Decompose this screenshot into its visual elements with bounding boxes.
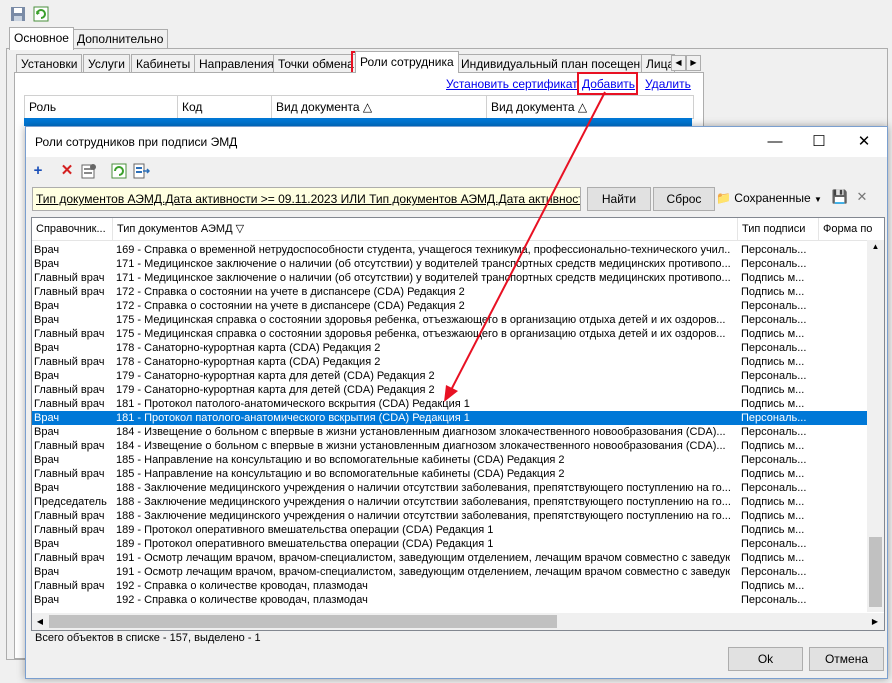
annotation-arrow <box>444 91 606 402</box>
tab-employee-roles[interactable]: Роли сотрудника <box>355 51 459 73</box>
tab-main[interactable]: Основное <box>9 27 74 50</box>
